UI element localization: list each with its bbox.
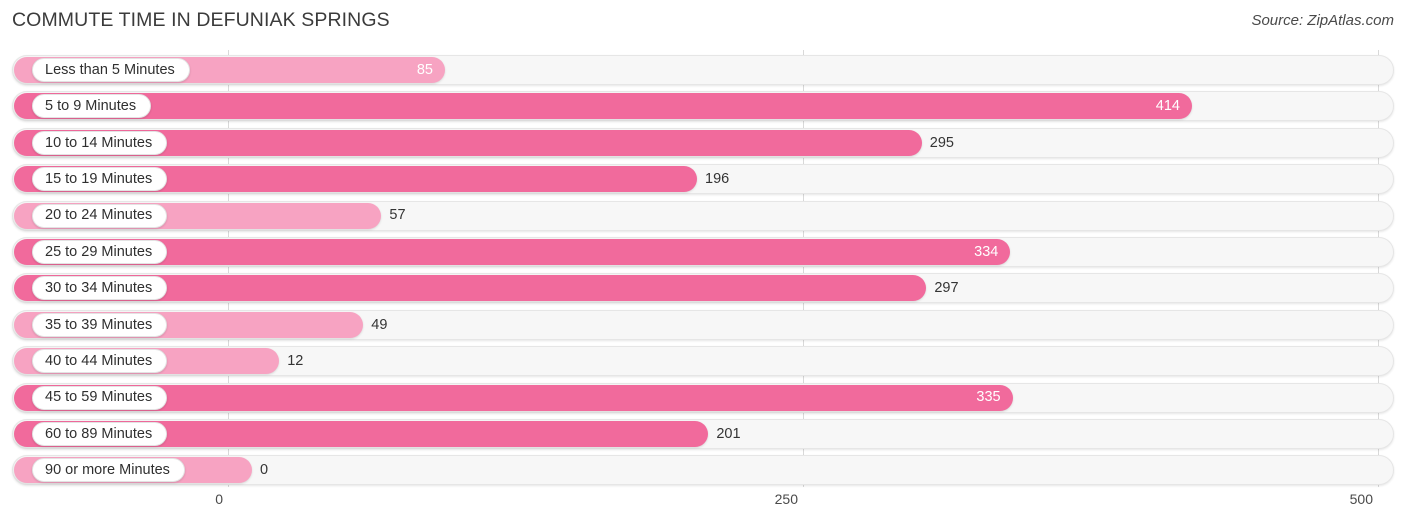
- bar-fill: [14, 93, 1192, 120]
- x-axis: 0 250 500: [0, 487, 1406, 524]
- bar-category-label-text: 10 to 14 Minutes: [45, 134, 153, 151]
- page-title: COMMUTE TIME IN DEFUNIAK SPRINGS: [12, 9, 390, 31]
- bar-row[interactable]: 15 to 19 Minutes 196: [0, 164, 1406, 195]
- bar-row[interactable]: 20 to 24 Minutes 57: [0, 200, 1406, 231]
- bar-category-label: Less than 5 Minutes: [32, 58, 190, 82]
- bar-category-label-text: Less than 5 Minutes: [45, 61, 175, 78]
- bar-category-label-text: 30 to 34 Minutes: [45, 280, 153, 297]
- bar-value-label: 49: [371, 316, 388, 333]
- bar-category-label-text: 35 to 39 Minutes: [45, 316, 153, 333]
- plot-area: Less than 5 Minutes 85 5 to 9 Minutes 414 10…: [0, 50, 1406, 490]
- x-axis-tick-label: 0: [215, 491, 223, 507]
- bar-row[interactable]: Less than 5 Minutes 85: [0, 55, 1406, 85]
- bar-row[interactable]: 5 to 9 Minutes 414: [0, 91, 1406, 122]
- bar-row[interactable]: 40 to 44 Minutes 12: [0, 346, 1406, 377]
- bar-category-label-text: 45 to 59 Minutes: [45, 389, 153, 406]
- bar-value-label: 295: [929, 134, 954, 151]
- bar-row[interactable]: 60 to 89 Minutes 201: [0, 419, 1406, 449]
- bar-value-label: 297: [934, 280, 959, 297]
- chart-root: COMMUTE TIME IN DEFUNIAK SPRINGS Source:…: [0, 0, 1406, 524]
- bar-category-label: 25 to 29 Minutes: [32, 240, 168, 264]
- chart-source-label: Source: ZipAtlas.com: [1251, 12, 1394, 29]
- bar-category-label: 10 to 14 Minutes: [32, 130, 168, 155]
- bar-category-label: 5 to 9 Minutes: [32, 94, 152, 119]
- x-axis-tick-label: 500: [1349, 491, 1373, 507]
- bar-category-label-text: 20 to 24 Minutes: [45, 207, 153, 224]
- bar-value-label: 335: [976, 389, 1001, 406]
- bar-category-label: 35 to 39 Minutes: [32, 312, 168, 337]
- bar-value-label: 57: [389, 207, 406, 224]
- bar-row[interactable]: 90 or more Minutes 0: [0, 455, 1406, 486]
- bar-category-label-text: 25 to 29 Minutes: [45, 243, 153, 260]
- bar-value-label: 201: [716, 425, 741, 442]
- bar-row[interactable]: 45 to 59 Minutes 335: [0, 382, 1406, 413]
- bar-value-label: 334: [974, 243, 999, 260]
- bar-category-label: 30 to 34 Minutes: [32, 276, 168, 301]
- bar-category-label: 20 to 24 Minutes: [32, 203, 168, 228]
- bar-category-label: 90 or more Minutes: [32, 458, 185, 483]
- bar-row[interactable]: 10 to 14 Minutes 295: [0, 127, 1406, 158]
- bar-category-label: 40 to 44 Minutes: [32, 349, 168, 374]
- bar-category-label-text: 5 to 9 Minutes: [45, 98, 137, 115]
- bar-category-label-text: 90 or more Minutes: [45, 462, 170, 479]
- bar-value-label: 85: [416, 61, 433, 78]
- bar-value-label: 196: [705, 170, 730, 187]
- bar-row[interactable]: 35 to 39 Minutes 49: [0, 309, 1406, 340]
- bar-category-label-text: 60 to 89 Minutes: [45, 425, 153, 442]
- bar-category-label: 60 to 89 Minutes: [32, 422, 168, 446]
- x-axis-tick-label: 250: [774, 491, 798, 507]
- bar-category-label: 15 to 19 Minutes: [32, 167, 168, 192]
- bar-value-label: 414: [1155, 98, 1180, 115]
- bar-value-label: 12: [287, 352, 304, 369]
- bar-value-label: 0: [260, 462, 269, 479]
- bar-row[interactable]: 30 to 34 Minutes 297: [0, 273, 1406, 304]
- bar-category-label-text: 40 to 44 Minutes: [45, 352, 153, 369]
- bar-category-label-text: 15 to 19 Minutes: [45, 170, 153, 187]
- bar-row[interactable]: 25 to 29 Minutes 334: [0, 237, 1406, 267]
- bar-category-label: 45 to 59 Minutes: [32, 385, 168, 410]
